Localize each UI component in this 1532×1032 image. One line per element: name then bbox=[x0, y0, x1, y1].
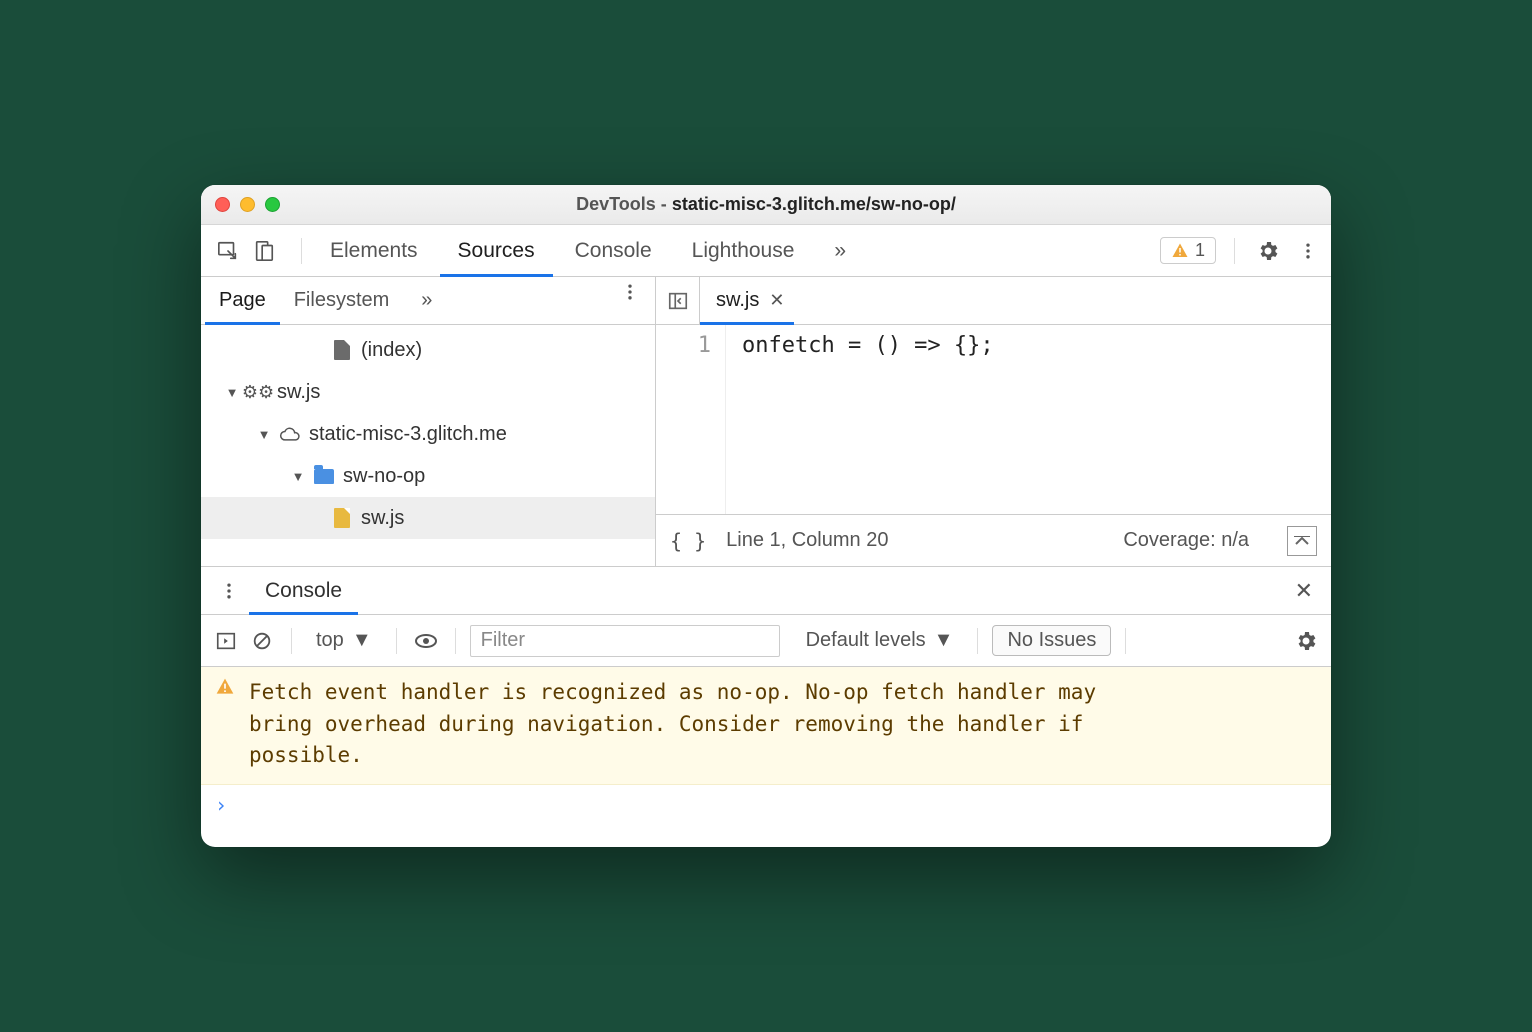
main-toolbar: Elements Sources Console Lighthouse » 1 bbox=[201, 225, 1331, 277]
line-gutter: 1 bbox=[656, 325, 726, 514]
tab-elements[interactable]: Elements bbox=[310, 225, 438, 276]
filter-placeholder: Filter bbox=[481, 629, 525, 652]
issues-button[interactable]: No Issues bbox=[992, 625, 1111, 656]
editor-statusbar: { } Line 1, Column 20 Coverage: n/a bbox=[656, 514, 1331, 566]
file-tab-label: sw.js bbox=[716, 289, 759, 312]
cloud-icon bbox=[279, 425, 301, 443]
coverage-label: Coverage: n/a bbox=[1123, 529, 1249, 552]
tree-item-domain[interactable]: ▼ static-misc-3.glitch.me bbox=[201, 413, 655, 455]
more-subtabs-button[interactable]: » bbox=[407, 277, 446, 324]
inspect-element-icon[interactable] bbox=[213, 236, 243, 266]
expand-arrow-icon: ▼ bbox=[225, 385, 239, 400]
tab-console[interactable]: Console bbox=[555, 225, 672, 276]
navigator-menu-icon[interactable] bbox=[615, 277, 645, 307]
folder-icon bbox=[313, 469, 335, 484]
warning-count: 1 bbox=[1195, 240, 1205, 261]
separator bbox=[1125, 628, 1126, 654]
expand-arrow-icon: ▼ bbox=[257, 427, 271, 442]
line-number: 1 bbox=[656, 333, 711, 358]
sources-panel: Page Filesystem » (index) ▼ ⚙︎⚙︎ sw.js bbox=[201, 277, 1331, 567]
toggle-sidebar-icon[interactable] bbox=[1287, 526, 1317, 556]
console-toolbar: top ▼ Filter Default levels ▼ No Issues bbox=[201, 615, 1331, 667]
tree-item-sw-root[interactable]: ▼ ⚙︎⚙︎ sw.js bbox=[201, 371, 655, 413]
navigator: Page Filesystem » (index) ▼ ⚙︎⚙︎ sw.js bbox=[201, 277, 656, 566]
separator bbox=[977, 628, 978, 654]
close-window-button[interactable] bbox=[215, 197, 230, 212]
tab-lighthouse[interactable]: Lighthouse bbox=[672, 225, 815, 276]
window-title: DevTools - static-misc-3.glitch.me/sw-no… bbox=[201, 194, 1331, 215]
warnings-badge[interactable]: 1 bbox=[1160, 237, 1216, 264]
expand-arrow-icon: ▼ bbox=[291, 469, 305, 484]
file-icon bbox=[331, 340, 353, 360]
subtab-filesystem[interactable]: Filesystem bbox=[280, 277, 404, 324]
show-sidebar-icon[interactable] bbox=[211, 626, 241, 656]
drawer-tabs: Console ✕ bbox=[201, 567, 1331, 615]
console-settings-icon[interactable] bbox=[1291, 626, 1321, 656]
context-selector[interactable]: top ▼ bbox=[306, 629, 382, 652]
navigator-tabs: Page Filesystem » bbox=[201, 277, 655, 325]
chevron-down-icon: ▼ bbox=[352, 629, 372, 652]
tab-sources[interactable]: Sources bbox=[438, 225, 555, 276]
console-warning-row[interactable]: Fetch event handler is recognized as no-… bbox=[201, 667, 1331, 785]
separator bbox=[301, 238, 302, 264]
settings-gear-icon[interactable] bbox=[1253, 236, 1283, 266]
js-file-icon bbox=[331, 508, 353, 528]
tree-item-file-selected[interactable]: sw.js bbox=[201, 497, 655, 539]
separator bbox=[291, 628, 292, 654]
clear-console-icon[interactable] bbox=[247, 626, 277, 656]
console-message-text: Fetch event handler is recognized as no-… bbox=[249, 677, 1149, 772]
drawer-tab-console[interactable]: Console bbox=[249, 567, 358, 614]
chevron-down-icon: ▼ bbox=[934, 629, 954, 652]
tree-item-label: static-misc-3.glitch.me bbox=[309, 423, 507, 446]
separator bbox=[1234, 238, 1235, 264]
tree-item-label: sw.js bbox=[361, 507, 404, 530]
warning-icon bbox=[1171, 242, 1189, 260]
live-expression-icon[interactable] bbox=[411, 626, 441, 656]
console-prompt[interactable]: › bbox=[201, 785, 1331, 847]
toggle-navigator-icon[interactable] bbox=[656, 277, 700, 324]
more-tabs-button[interactable]: » bbox=[814, 225, 866, 276]
close-drawer-icon[interactable]: ✕ bbox=[1285, 567, 1323, 614]
separator bbox=[396, 628, 397, 654]
log-levels-selector[interactable]: Default levels ▼ bbox=[796, 629, 964, 652]
subtab-page[interactable]: Page bbox=[205, 277, 280, 324]
device-toggle-icon[interactable] bbox=[249, 236, 279, 266]
traffic-lights bbox=[215, 197, 280, 212]
tree-item-folder[interactable]: ▼ sw-no-op bbox=[201, 455, 655, 497]
drawer-menu-icon[interactable] bbox=[209, 567, 249, 614]
tree-item-label: sw.js bbox=[277, 381, 320, 404]
file-tab-swjs[interactable]: sw.js ✕ bbox=[700, 277, 794, 324]
code-content: onfetch = () => {}; bbox=[726, 325, 994, 514]
editor-panel: sw.js ✕ 1 onfetch = () => {}; { } Line 1… bbox=[656, 277, 1331, 566]
pretty-print-icon[interactable]: { } bbox=[670, 529, 706, 553]
tree-item-label: (index) bbox=[361, 339, 422, 362]
kebab-menu-icon[interactable] bbox=[1293, 236, 1323, 266]
devtools-window: DevTools - static-misc-3.glitch.me/sw-no… bbox=[201, 185, 1331, 847]
file-tree: (index) ▼ ⚙︎⚙︎ sw.js ▼ static-misc-3.gli… bbox=[201, 325, 655, 566]
editor-tabs: sw.js ✕ bbox=[656, 277, 1331, 325]
panel-tabs: Elements Sources Console Lighthouse » bbox=[310, 225, 1160, 276]
console-messages: Fetch event handler is recognized as no-… bbox=[201, 667, 1331, 847]
tree-item-label: sw-no-op bbox=[343, 465, 425, 488]
code-editor[interactable]: 1 onfetch = () => {}; bbox=[656, 325, 1331, 514]
service-worker-icon: ⚙︎⚙︎ bbox=[247, 382, 269, 403]
tree-item-index[interactable]: (index) bbox=[201, 329, 655, 371]
cursor-position: Line 1, Column 20 bbox=[726, 529, 888, 552]
close-tab-icon[interactable]: ✕ bbox=[769, 290, 784, 311]
zoom-window-button[interactable] bbox=[265, 197, 280, 212]
titlebar: DevTools - static-misc-3.glitch.me/sw-no… bbox=[201, 185, 1331, 225]
warning-icon bbox=[215, 677, 235, 772]
separator bbox=[455, 628, 456, 654]
minimize-window-button[interactable] bbox=[240, 197, 255, 212]
console-filter-input[interactable]: Filter bbox=[470, 625, 780, 657]
